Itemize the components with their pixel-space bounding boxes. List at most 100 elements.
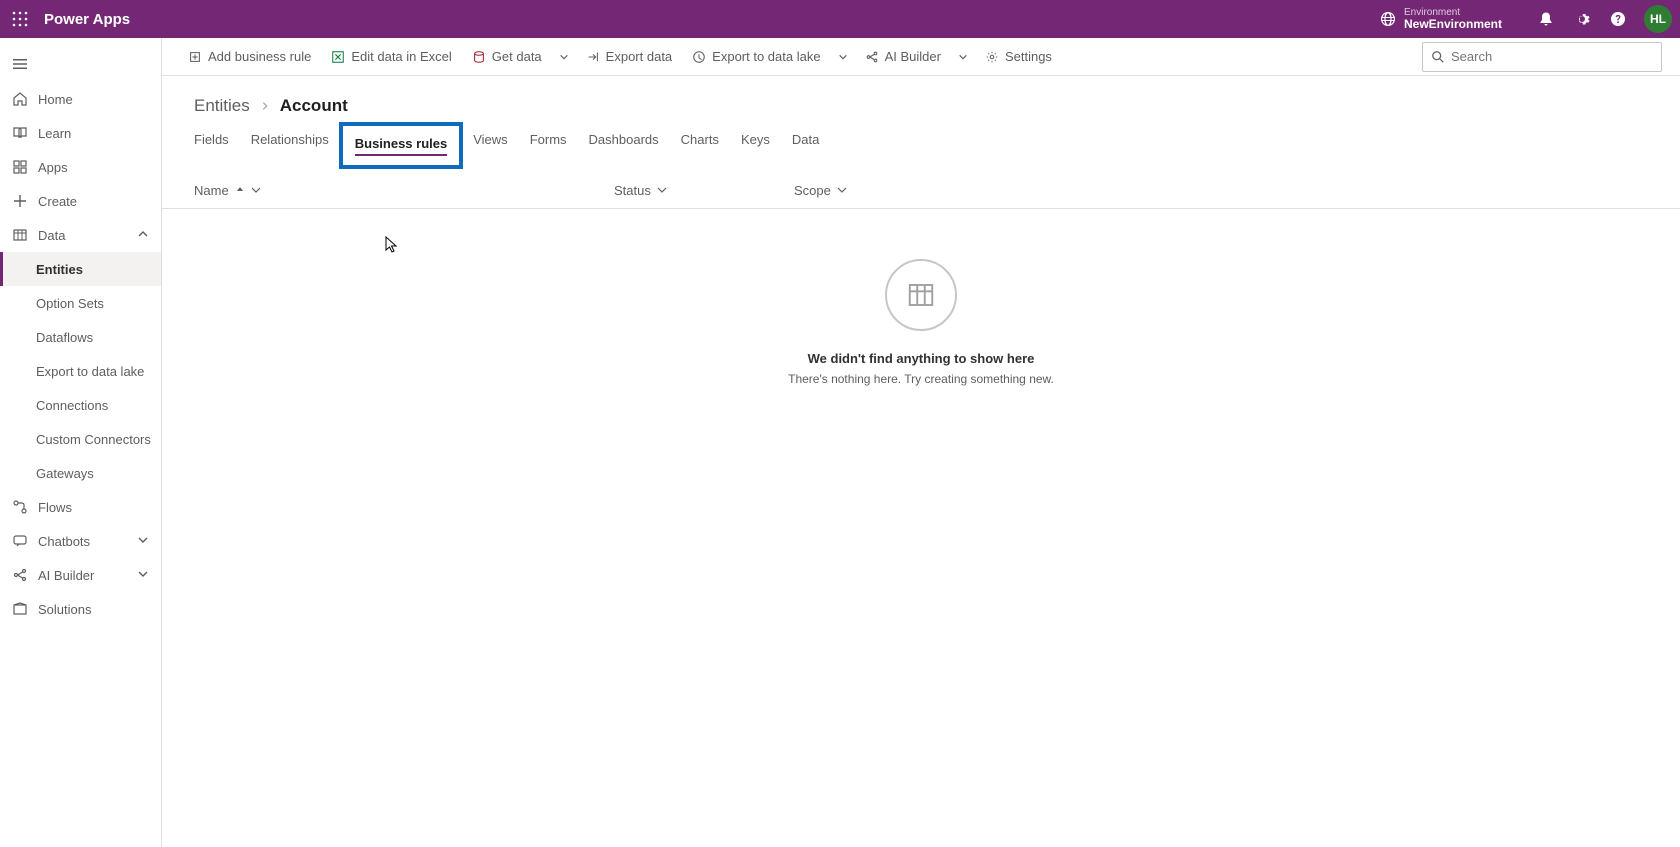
sidebar-subitem-label: Entities bbox=[36, 262, 83, 277]
tab-keys[interactable]: Keys bbox=[741, 126, 770, 165]
sidebar-item-label: Home bbox=[38, 92, 73, 107]
sidebar-item-ai-builder[interactable]: AI Builder bbox=[0, 558, 161, 592]
chevron-down-icon bbox=[657, 183, 667, 198]
sidebar-item-label: Apps bbox=[38, 160, 68, 175]
app-title: Power Apps bbox=[44, 11, 130, 28]
export-data-lake-button[interactable]: Export to data lake bbox=[684, 41, 828, 73]
database-icon bbox=[472, 50, 486, 64]
sidebar-item-flows[interactable]: Flows bbox=[0, 490, 161, 524]
breadcrumb-parent[interactable]: Entities bbox=[194, 96, 250, 116]
chevron-down-icon bbox=[838, 52, 848, 62]
tab-forms[interactable]: Forms bbox=[530, 126, 567, 165]
column-header-scope[interactable]: Scope bbox=[794, 183, 974, 198]
search-box[interactable] bbox=[1422, 42, 1662, 72]
sidebar: Home Learn Apps Create Data Entities bbox=[0, 38, 162, 847]
column-header-status[interactable]: Status bbox=[614, 183, 794, 198]
chevron-right-icon bbox=[260, 96, 270, 116]
empty-title: We didn't find anything to show here bbox=[808, 351, 1035, 366]
chevron-down-icon bbox=[837, 183, 847, 198]
sidebar-item-label: Solutions bbox=[38, 602, 91, 617]
ai-builder-icon bbox=[12, 567, 28, 583]
tab-dashboards[interactable]: Dashboards bbox=[589, 126, 659, 165]
chevron-down-icon bbox=[559, 52, 569, 62]
edit-data-excel-button[interactable]: Edit data in Excel bbox=[323, 41, 459, 73]
tab-business-rules[interactable]: Business rules bbox=[339, 122, 464, 169]
help-icon[interactable] bbox=[1602, 3, 1634, 35]
sidebar-subitem-label: Option Sets bbox=[36, 296, 104, 311]
environment-picker[interactable]: Environment NewEnvironment bbox=[1380, 7, 1502, 31]
solutions-icon bbox=[12, 601, 28, 617]
chevron-up-icon bbox=[137, 228, 149, 243]
sidebar-item-data[interactable]: Data bbox=[0, 218, 161, 252]
empty-table-icon bbox=[885, 259, 957, 331]
sidebar-subitem-option-sets[interactable]: Option Sets bbox=[0, 286, 161, 320]
sidebar-toggle-icon[interactable] bbox=[0, 46, 161, 82]
search-icon bbox=[1431, 50, 1445, 64]
tab-fields[interactable]: Fields bbox=[194, 126, 229, 165]
sidebar-item-create[interactable]: Create bbox=[0, 184, 161, 218]
lake-icon bbox=[692, 50, 706, 64]
sidebar-item-solutions[interactable]: Solutions bbox=[0, 592, 161, 626]
app-launcher-icon[interactable] bbox=[8, 7, 32, 31]
sidebar-subitem-label: Dataflows bbox=[36, 330, 93, 345]
ai-builder-button[interactable]: AI Builder bbox=[857, 41, 949, 73]
export-data-button[interactable]: Export data bbox=[578, 41, 681, 73]
tab-charts[interactable]: Charts bbox=[681, 126, 719, 165]
sidebar-item-apps[interactable]: Apps bbox=[0, 150, 161, 184]
ai-builder-dropdown[interactable] bbox=[953, 41, 973, 73]
notifications-icon[interactable] bbox=[1530, 3, 1562, 35]
sidebar-item-label: Flows bbox=[38, 500, 72, 515]
tab-bar: Fields Relationships Business rules View… bbox=[162, 120, 1680, 165]
column-header-name[interactable]: Name bbox=[194, 183, 614, 198]
tab-views[interactable]: Views bbox=[473, 126, 507, 165]
sidebar-subitem-custom-connectors[interactable]: Custom Connectors bbox=[0, 422, 161, 456]
flows-icon bbox=[12, 499, 28, 515]
sidebar-item-label: Data bbox=[38, 228, 65, 243]
sidebar-item-label: Learn bbox=[38, 126, 71, 141]
export-icon bbox=[586, 50, 600, 64]
settings-button[interactable]: Settings bbox=[977, 41, 1060, 73]
breadcrumb-current: Account bbox=[280, 96, 348, 116]
command-bar: Add business rule Edit data in Excel Get… bbox=[162, 38, 1680, 76]
get-data-dropdown[interactable] bbox=[554, 41, 574, 73]
chatbots-icon bbox=[12, 533, 28, 549]
sidebar-subitem-gateways[interactable]: Gateways bbox=[0, 456, 161, 490]
sidebar-subitem-dataflows[interactable]: Dataflows bbox=[0, 320, 161, 354]
sort-ascending-icon bbox=[235, 183, 245, 198]
user-avatar[interactable]: HL bbox=[1644, 5, 1672, 33]
gear-icon bbox=[985, 50, 999, 64]
learn-icon bbox=[12, 125, 28, 141]
chevron-down-icon bbox=[137, 534, 149, 549]
search-input[interactable] bbox=[1451, 49, 1653, 64]
tab-data[interactable]: Data bbox=[792, 126, 819, 165]
sidebar-subitem-label: Gateways bbox=[36, 466, 94, 481]
sidebar-item-learn[interactable]: Learn bbox=[0, 116, 161, 150]
chevron-down-icon bbox=[137, 568, 149, 583]
sidebar-subitem-label: Export to data lake bbox=[36, 364, 144, 379]
chevron-down-icon bbox=[251, 183, 261, 198]
sidebar-subitem-entities[interactable]: Entities bbox=[0, 252, 161, 286]
settings-icon[interactable] bbox=[1566, 3, 1598, 35]
home-icon bbox=[12, 91, 28, 107]
get-data-button[interactable]: Get data bbox=[464, 41, 550, 73]
environment-name: NewEnvironment bbox=[1404, 18, 1502, 31]
sidebar-subitem-connections[interactable]: Connections bbox=[0, 388, 161, 422]
sidebar-subitem-label: Connections bbox=[36, 398, 108, 413]
environment-icon bbox=[1380, 11, 1396, 27]
empty-subtitle: There's nothing here. Try creating somet… bbox=[788, 372, 1054, 386]
chevron-down-icon bbox=[958, 52, 968, 62]
apps-icon bbox=[12, 159, 28, 175]
tab-relationships[interactable]: Relationships bbox=[251, 126, 329, 165]
create-icon bbox=[12, 193, 28, 209]
sidebar-item-label: Chatbots bbox=[38, 534, 90, 549]
empty-state: We didn't find anything to show here The… bbox=[162, 209, 1680, 847]
sidebar-item-home[interactable]: Home bbox=[0, 82, 161, 116]
add-icon bbox=[188, 50, 202, 64]
sidebar-item-chatbots[interactable]: Chatbots bbox=[0, 524, 161, 558]
add-business-rule-button[interactable]: Add business rule bbox=[180, 41, 319, 73]
list-header: Name Status Scope bbox=[162, 165, 1680, 209]
export-lake-dropdown[interactable] bbox=[833, 41, 853, 73]
excel-icon bbox=[331, 50, 345, 64]
breadcrumb: Entities Account bbox=[162, 76, 1680, 120]
sidebar-subitem-export-lake[interactable]: Export to data lake bbox=[0, 354, 161, 388]
